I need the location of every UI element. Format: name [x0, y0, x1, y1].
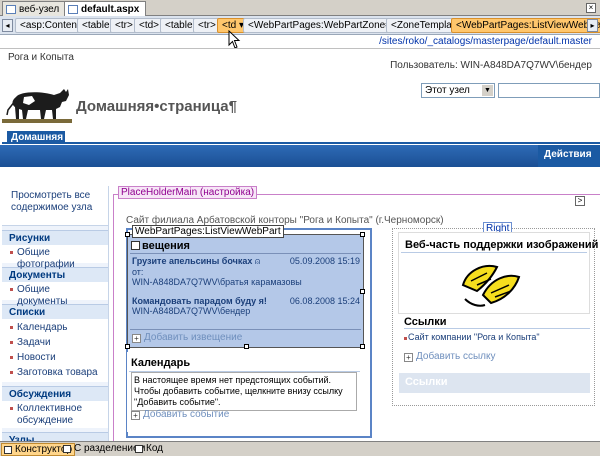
nav-item-team-discussion[interactable]: Коллективное обсуждение: [2, 401, 108, 428]
view-switcher: Конструктор С разделением Код: [0, 441, 600, 456]
plus-icon: +: [132, 334, 141, 343]
divider: [0, 48, 600, 49]
link-item[interactable]: Сайт компании "Рога и Копыта": [404, 332, 540, 342]
search-scope-select[interactable]: Этот узел ▼: [421, 83, 495, 98]
scope-value: Этот узел: [425, 85, 470, 96]
nav-section-discussions[interactable]: Обсуждения: [2, 386, 108, 401]
item-from: от:: [132, 267, 144, 277]
add-announcement-label: Добавить извещение: [144, 332, 243, 343]
list-icon: [131, 241, 140, 250]
announcements-title[interactable]: вещения: [142, 240, 190, 252]
placeholder-main-label[interactable]: PlaceHolderMain (настройка): [118, 186, 258, 199]
item-title[interactable]: Командовать парадом буду я!: [132, 296, 267, 306]
item-title[interactable]: Грузите апельсины бочках: [132, 256, 252, 266]
image-webpart[interactable]: Веб-часть поддержки изображений: [398, 232, 598, 314]
quick-launch: Просмотреть все содержимое узла Рисунки …: [2, 186, 109, 456]
tab-label: default.aspx: [81, 4, 140, 15]
webpart-tag-label[interactable]: WebPartPages:ListViewWebPart: [132, 225, 284, 238]
resize-handle[interactable]: [360, 232, 365, 237]
tab-default-aspx[interactable]: default.aspx: [64, 1, 147, 17]
image-webpart-title[interactable]: Веб-часть поддержки изображений: [405, 239, 598, 251]
add-event-label: Добавить событие: [143, 409, 230, 420]
nav-item-calendar[interactable]: Календарь: [2, 320, 108, 335]
cow-logo-icon: [2, 89, 72, 123]
master-page-path[interactable]: /sites/roko/_catalogs/masterpage/default…: [379, 36, 592, 47]
list-item[interactable]: Грузите апельсины бочках ⍝ 05.09.2008 15…: [132, 256, 360, 287]
tag-listviewwebpart[interactable]: <WebPartPages:ListViewWebPart>: [451, 18, 600, 33]
logo-image-icon: [461, 265, 521, 307]
resize-handle[interactable]: [125, 344, 130, 349]
search-input[interactable]: [498, 83, 600, 98]
add-link-button[interactable]: + Добавить ссылку: [404, 351, 495, 362]
site-actions-menu[interactable]: Действия: [538, 145, 600, 167]
nav-item-goods[interactable]: Заготовка товара: [2, 365, 108, 380]
document-tab-bar: веб-узел default.aspx ×: [0, 0, 600, 17]
plus-icon: +: [131, 411, 140, 420]
chevron-down-icon: ▼: [482, 85, 493, 96]
add-link-label: Добавить ссылку: [416, 351, 496, 362]
expand-icon[interactable]: >: [575, 196, 585, 206]
page-icon: [68, 5, 78, 14]
globe-icon: [6, 5, 16, 14]
links-footer-bar: Ссылки: [399, 373, 590, 393]
resize-handle[interactable]: [360, 289, 365, 294]
view-label: Код: [146, 443, 164, 454]
tag-selector-bar: ◂ <asp:Content> <table> <tr> <td> <table…: [0, 16, 600, 35]
tab-web-site[interactable]: веб-узел: [2, 1, 67, 16]
item-date: 06.08.2008 15:24: [289, 296, 360, 306]
attachment-icon: ⍝: [254, 256, 261, 266]
resize-handle[interactable]: [244, 344, 249, 349]
nav-item-shared-pictures[interactable]: Общие фотографии: [2, 245, 108, 270]
code-icon: [135, 445, 143, 453]
plus-icon: +: [404, 353, 413, 362]
resize-handle[interactable]: [125, 232, 130, 237]
add-announcement-link[interactable]: + Добавить извещение: [132, 332, 242, 343]
scroll-right-icon[interactable]: ▸: [587, 19, 598, 32]
nav-item-tasks[interactable]: Задачи: [2, 335, 108, 350]
view-all-content-link[interactable]: Просмотреть все содержимое узла: [2, 186, 108, 226]
user-label[interactable]: Пользователь: WIN-A848DA7Q7WV\бендер: [390, 60, 592, 71]
links-title[interactable]: Ссылки: [404, 316, 447, 328]
tab-label: веб-узел: [19, 4, 60, 15]
add-event-link[interactable]: + Добавить событие: [131, 409, 229, 420]
code-view-button[interactable]: Код: [133, 443, 165, 456]
calendar-empty-message: В настоящее время нет предстоящих событи…: [131, 372, 357, 411]
calendar-webpart[interactable]: Календарь В настоящее время нет предстоя…: [127, 352, 364, 432]
nav-home-tab[interactable]: Домашняя: [7, 131, 65, 144]
divider: [404, 328, 590, 329]
site-name[interactable]: Рога и Копыта: [8, 52, 74, 63]
nav-item-shared-documents[interactable]: Общие документы: [2, 282, 108, 307]
item-author[interactable]: WIN-A848DA7Q7WV\бендер: [132, 306, 360, 316]
design-icon: [4, 446, 12, 454]
nav-item-news[interactable]: Новости: [2, 350, 108, 365]
item-date: 05.09.2008 15:19: [289, 256, 360, 266]
mouse-cursor-icon: [228, 30, 241, 49]
title-bar: [0, 145, 600, 167]
list-item[interactable]: Командовать парадом буду я! 06.08.2008 1…: [132, 296, 360, 316]
page-title[interactable]: Домашняя•страница¶: [76, 98, 237, 115]
scroll-left-icon[interactable]: ◂: [2, 19, 13, 32]
calendar-title[interactable]: Календарь: [131, 357, 190, 369]
resize-handle[interactable]: [360, 344, 365, 349]
top-navigation: [2, 131, 600, 144]
split-icon: [63, 445, 71, 453]
announcements-webpart[interactable]: вещения Грузите апельсины бочках ⍝ 05.09…: [125, 232, 365, 349]
item-author[interactable]: WIN-A848DA7Q7WV\братья карамазовы: [132, 277, 360, 287]
close-icon[interactable]: ×: [586, 3, 596, 13]
nav-section-pictures[interactable]: Рисунки: [2, 230, 108, 245]
